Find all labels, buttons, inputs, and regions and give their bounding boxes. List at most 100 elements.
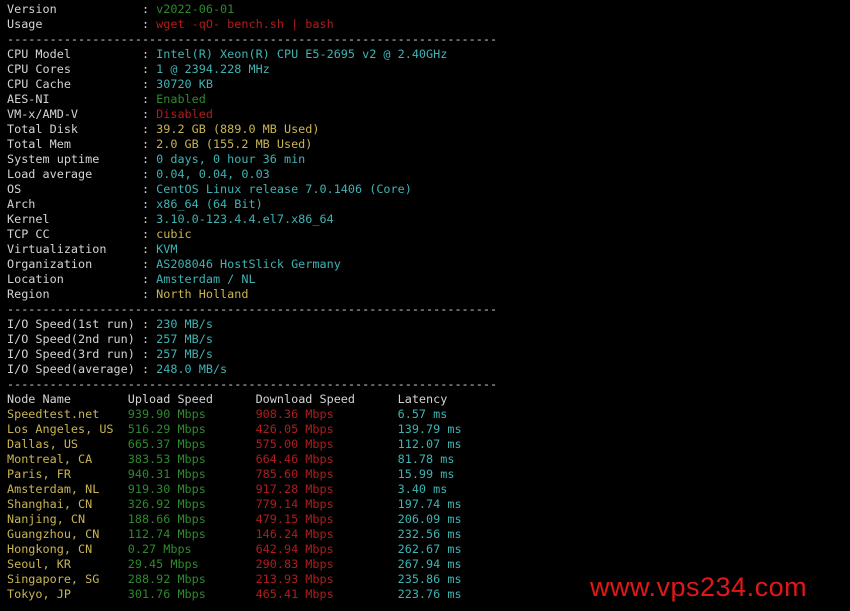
- node-name: Seoul, KR: [7, 557, 71, 571]
- node-name: Shanghai, CN: [7, 497, 93, 511]
- upload-speed: 326.92 Mbps: [127, 497, 206, 511]
- node-name: Singapore, SG: [7, 572, 100, 586]
- colon: :: [141, 107, 150, 121]
- node-name: Dallas, US: [7, 437, 79, 451]
- row-label: I/O Speed(3rd run): [7, 347, 135, 361]
- download-speed: 290.83 Mbps: [255, 557, 334, 571]
- upload-speed: 516.29 Mbps: [127, 422, 206, 436]
- row-label: CPU Model: [7, 47, 71, 61]
- row-label: Usage: [7, 17, 43, 31]
- row-label: OS: [7, 182, 22, 196]
- watermark: www.vps234.com: [590, 572, 808, 602]
- row-label: Virtualization: [7, 242, 107, 256]
- latency: 6.57 ms: [397, 407, 448, 421]
- upload-speed: 0.27 Mbps: [127, 542, 192, 556]
- row-label: I/O Speed(1st run): [7, 317, 135, 331]
- download-speed: 426.05 Mbps: [255, 422, 334, 436]
- upload-speed: 919.30 Mbps: [127, 482, 206, 496]
- row-label: Total Mem: [7, 137, 71, 151]
- colon: :: [141, 47, 150, 61]
- colon: :: [141, 152, 150, 166]
- upload-speed: 288.92 Mbps: [127, 572, 206, 586]
- row-value: v2022-06-01: [156, 2, 235, 16]
- row-label: Location: [7, 272, 64, 286]
- latency: 262.67 ms: [397, 542, 462, 556]
- row-value: 0.04, 0.04, 0.03: [156, 167, 270, 181]
- colon: :: [141, 362, 150, 376]
- upload-speed: 939.90 Mbps: [127, 407, 206, 421]
- latency: 15.99 ms: [397, 467, 455, 481]
- row-value: Enabled: [156, 92, 206, 106]
- node-name: Hongkong, CN: [7, 542, 93, 556]
- row-label: Arch: [7, 197, 36, 211]
- download-speed: 785.60 Mbps: [255, 467, 334, 481]
- row-label: Kernel: [7, 212, 50, 226]
- row-label: Organization: [7, 257, 93, 271]
- latency: 197.74 ms: [397, 497, 462, 511]
- node-name: Montreal, CA: [7, 452, 93, 466]
- row-value: 3.10.0-123.4.4.el7.x86_64: [156, 212, 334, 226]
- row-label: CPU Cores: [7, 62, 71, 76]
- colon: :: [141, 122, 150, 136]
- upload-speed: 301.76 Mbps: [127, 587, 206, 601]
- upload-speed: 29.45 Mbps: [127, 557, 199, 571]
- row-label: Load average: [7, 167, 93, 181]
- row-value: 30720 KB: [156, 77, 213, 91]
- latency: 206.09 ms: [397, 512, 462, 526]
- row-value: AS208046 HostSlick Germany: [156, 257, 341, 271]
- download-speed: 664.46 Mbps: [255, 452, 334, 466]
- colon: :: [141, 182, 150, 196]
- row-value: cubic: [156, 227, 192, 241]
- download-speed: 213.93 Mbps: [255, 572, 334, 586]
- row-value: 39.2 GB (889.0 MB Used): [156, 122, 320, 136]
- column-header-node-name: Node Name: [7, 392, 71, 406]
- latency: 235.86 ms: [397, 572, 462, 586]
- row-value: 0 days, 0 hour 36 min: [156, 152, 306, 166]
- column-header-latency: Latency: [397, 392, 448, 406]
- colon: :: [141, 257, 150, 271]
- colon: :: [141, 242, 150, 256]
- row-label: Region: [7, 287, 50, 301]
- row-label: Total Disk: [7, 122, 79, 136]
- colon: :: [141, 272, 150, 286]
- latency: 81.78 ms: [397, 452, 455, 466]
- node-name: Guangzhou, CN: [7, 527, 100, 541]
- latency: 139.79 ms: [397, 422, 462, 436]
- row-value: North Holland: [156, 287, 249, 301]
- row-value: 248.0 MB/s: [156, 362, 228, 376]
- row-label: Version: [7, 2, 57, 16]
- row-label: TCP CC: [7, 227, 50, 241]
- latency: 3.40 ms: [397, 482, 448, 496]
- row-label: CPU Cache: [7, 77, 71, 91]
- colon: :: [141, 2, 150, 16]
- colon: :: [141, 332, 150, 346]
- download-speed: 917.28 Mbps: [255, 482, 334, 496]
- row-label: AES-NI: [7, 92, 50, 106]
- colon: :: [141, 197, 150, 211]
- node-name: Paris, FR: [7, 467, 71, 481]
- column-header-download-speed: Download Speed: [255, 392, 356, 406]
- colon: :: [141, 317, 150, 331]
- download-speed: 146.24 Mbps: [255, 527, 334, 541]
- row-value: 1 @ 2394.228 MHz: [156, 62, 270, 76]
- colon: :: [141, 92, 150, 106]
- row-value: 257 MB/s: [156, 332, 213, 346]
- download-speed: 575.00 Mbps: [255, 437, 334, 451]
- node-name: Tokyo, JP: [7, 587, 71, 601]
- divider-text: ----------------------------------------…: [7, 32, 498, 46]
- row-value: KVM: [156, 242, 178, 256]
- row-value: 257 MB/s: [156, 347, 213, 361]
- download-speed: 908.36 Mbps: [255, 407, 334, 421]
- download-speed: 642.94 Mbps: [255, 542, 334, 556]
- colon: :: [141, 227, 150, 241]
- node-name: Speedtest.net: [7, 407, 100, 421]
- upload-speed: 940.31 Mbps: [127, 467, 206, 481]
- divider-text: ----------------------------------------…: [7, 377, 498, 391]
- upload-speed: 665.37 Mbps: [127, 437, 206, 451]
- row-value: Intel(R) Xeon(R) CPU E5-2695 v2 @ 2.40GH…: [156, 47, 448, 61]
- row-value: CentOS Linux release 7.0.1406 (Core): [156, 182, 412, 196]
- node-name: Amsterdam, NL: [7, 482, 100, 496]
- row-value: wget -qO- bench.sh | bash: [156, 17, 334, 31]
- colon: :: [141, 77, 150, 91]
- upload-speed: 188.66 Mbps: [127, 512, 206, 526]
